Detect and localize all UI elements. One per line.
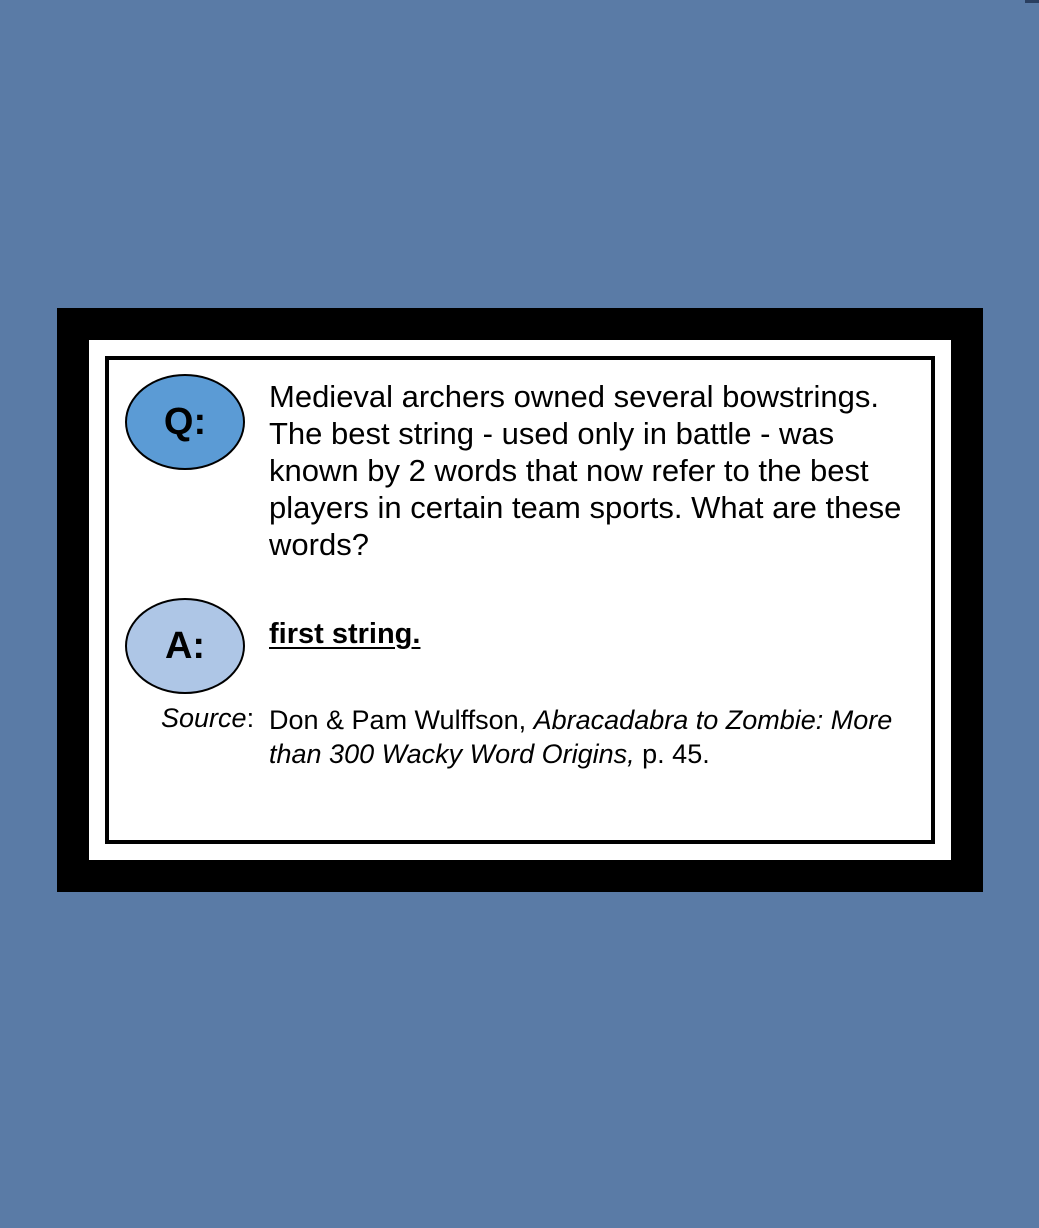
corner-mark <box>1025 0 1039 3</box>
source-authors: Don & Pam Wulffson, <box>269 705 534 735</box>
question-badge: Q: <box>125 374 245 470</box>
question-text: Medieval archers owned several bowstring… <box>269 379 902 562</box>
source-colon: : <box>246 703 255 733</box>
answer-text: first string. <box>269 618 421 650</box>
source-citation: Don & Pam Wulffson, Abracadabra to Zombi… <box>269 703 919 771</box>
answer-badge: A: <box>125 598 245 694</box>
source-label-text: Source <box>161 703 247 733</box>
trivia-card: Q: Medieval archers owned several bowstr… <box>57 308 983 892</box>
source-label: Source: <box>161 703 254 734</box>
card-content: Q: Medieval archers owned several bowstr… <box>105 356 935 844</box>
card-white-border: Q: Medieval archers owned several bowstr… <box>89 340 951 860</box>
source-page: p. 45. <box>634 739 710 769</box>
